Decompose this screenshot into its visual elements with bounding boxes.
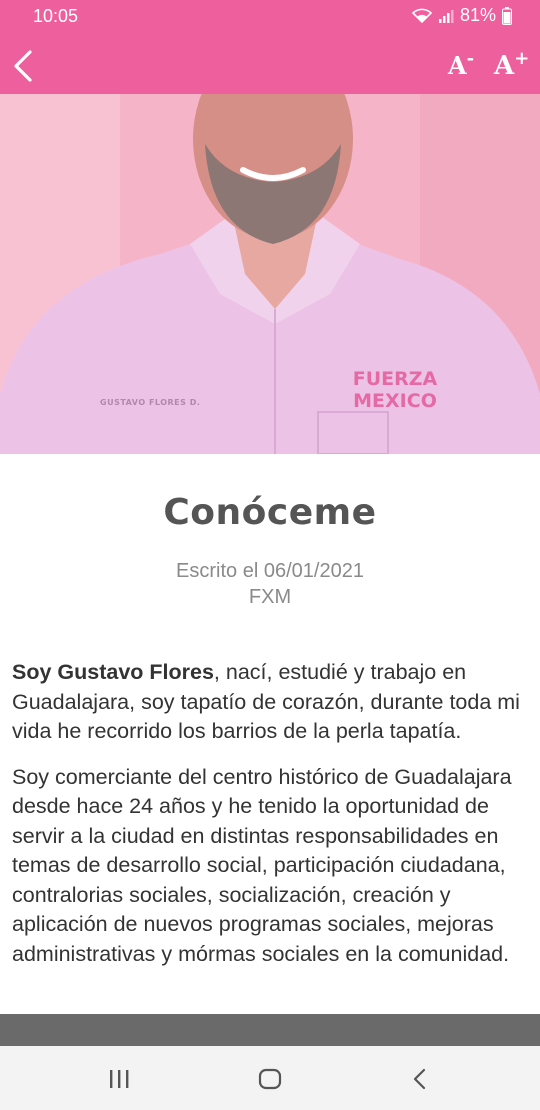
article-body: Soy Gustavo Flores, nací, estudié y trab… — [0, 658, 540, 969]
recents-icon — [110, 1070, 129, 1088]
hero-photo — [0, 94, 540, 454]
paragraph-1-bold: Soy Gustavo Flores — [12, 660, 214, 684]
party-logo: FUERZA MEXICO — [340, 368, 450, 412]
shirt-name: GUSTAVO FLORES D. — [100, 398, 201, 407]
paragraph-1: Soy Gustavo Flores, nací, estudié y trab… — [12, 658, 528, 747]
nav-back-icon — [413, 1068, 426, 1090]
status-icons: 81% — [411, 5, 512, 26]
font-increase-label: A — [494, 51, 515, 81]
font-decrease-button[interactable]: A- — [448, 48, 474, 80]
back-arrow-icon — [14, 50, 32, 82]
page-title: Conóceme — [163, 492, 377, 533]
logo-line2: MEXICO — [353, 390, 437, 412]
recents-button[interactable] — [99, 1064, 139, 1094]
font-decrease-label: A — [448, 51, 467, 80]
status-bar: 10:05 81% — [0, 0, 540, 32]
signal-icon — [438, 9, 454, 23]
app-header: 10:05 81% A- A+ — [0, 0, 540, 94]
written-date: Escrito el 06/01/2021 — [176, 560, 364, 582]
status-time: 10:05 — [33, 6, 79, 26]
article-content: Conóceme Escrito el 06/01/2021 FXM Soy G… — [0, 454, 540, 1014]
author: FXM — [248, 586, 292, 608]
battery-icon — [502, 6, 512, 25]
back-button[interactable] — [6, 42, 46, 86]
article-meta: Escrito el 06/01/2021 FXM — [0, 558, 540, 610]
toolbar: A- A+ — [0, 34, 540, 94]
paragraph-2: Soy comerciante del centro histórico de … — [12, 764, 512, 966]
font-increase-sign: + — [514, 48, 530, 69]
font-decrease-sign: - — [466, 48, 475, 69]
system-nav-bar — [0, 1046, 540, 1110]
system-back-button[interactable] — [400, 1064, 440, 1094]
home-button[interactable] — [250, 1064, 290, 1094]
font-increase-button[interactable]: A+ — [494, 48, 529, 81]
battery-percent: 81% — [459, 5, 496, 25]
home-icon — [258, 1068, 282, 1090]
wifi-icon — [411, 8, 432, 23]
bottom-overlay — [0, 1014, 540, 1046]
hero-image: GUSTAVO FLORES D. FUERZA MEXICO — [0, 94, 540, 454]
logo-line1: FUERZA — [352, 368, 438, 390]
